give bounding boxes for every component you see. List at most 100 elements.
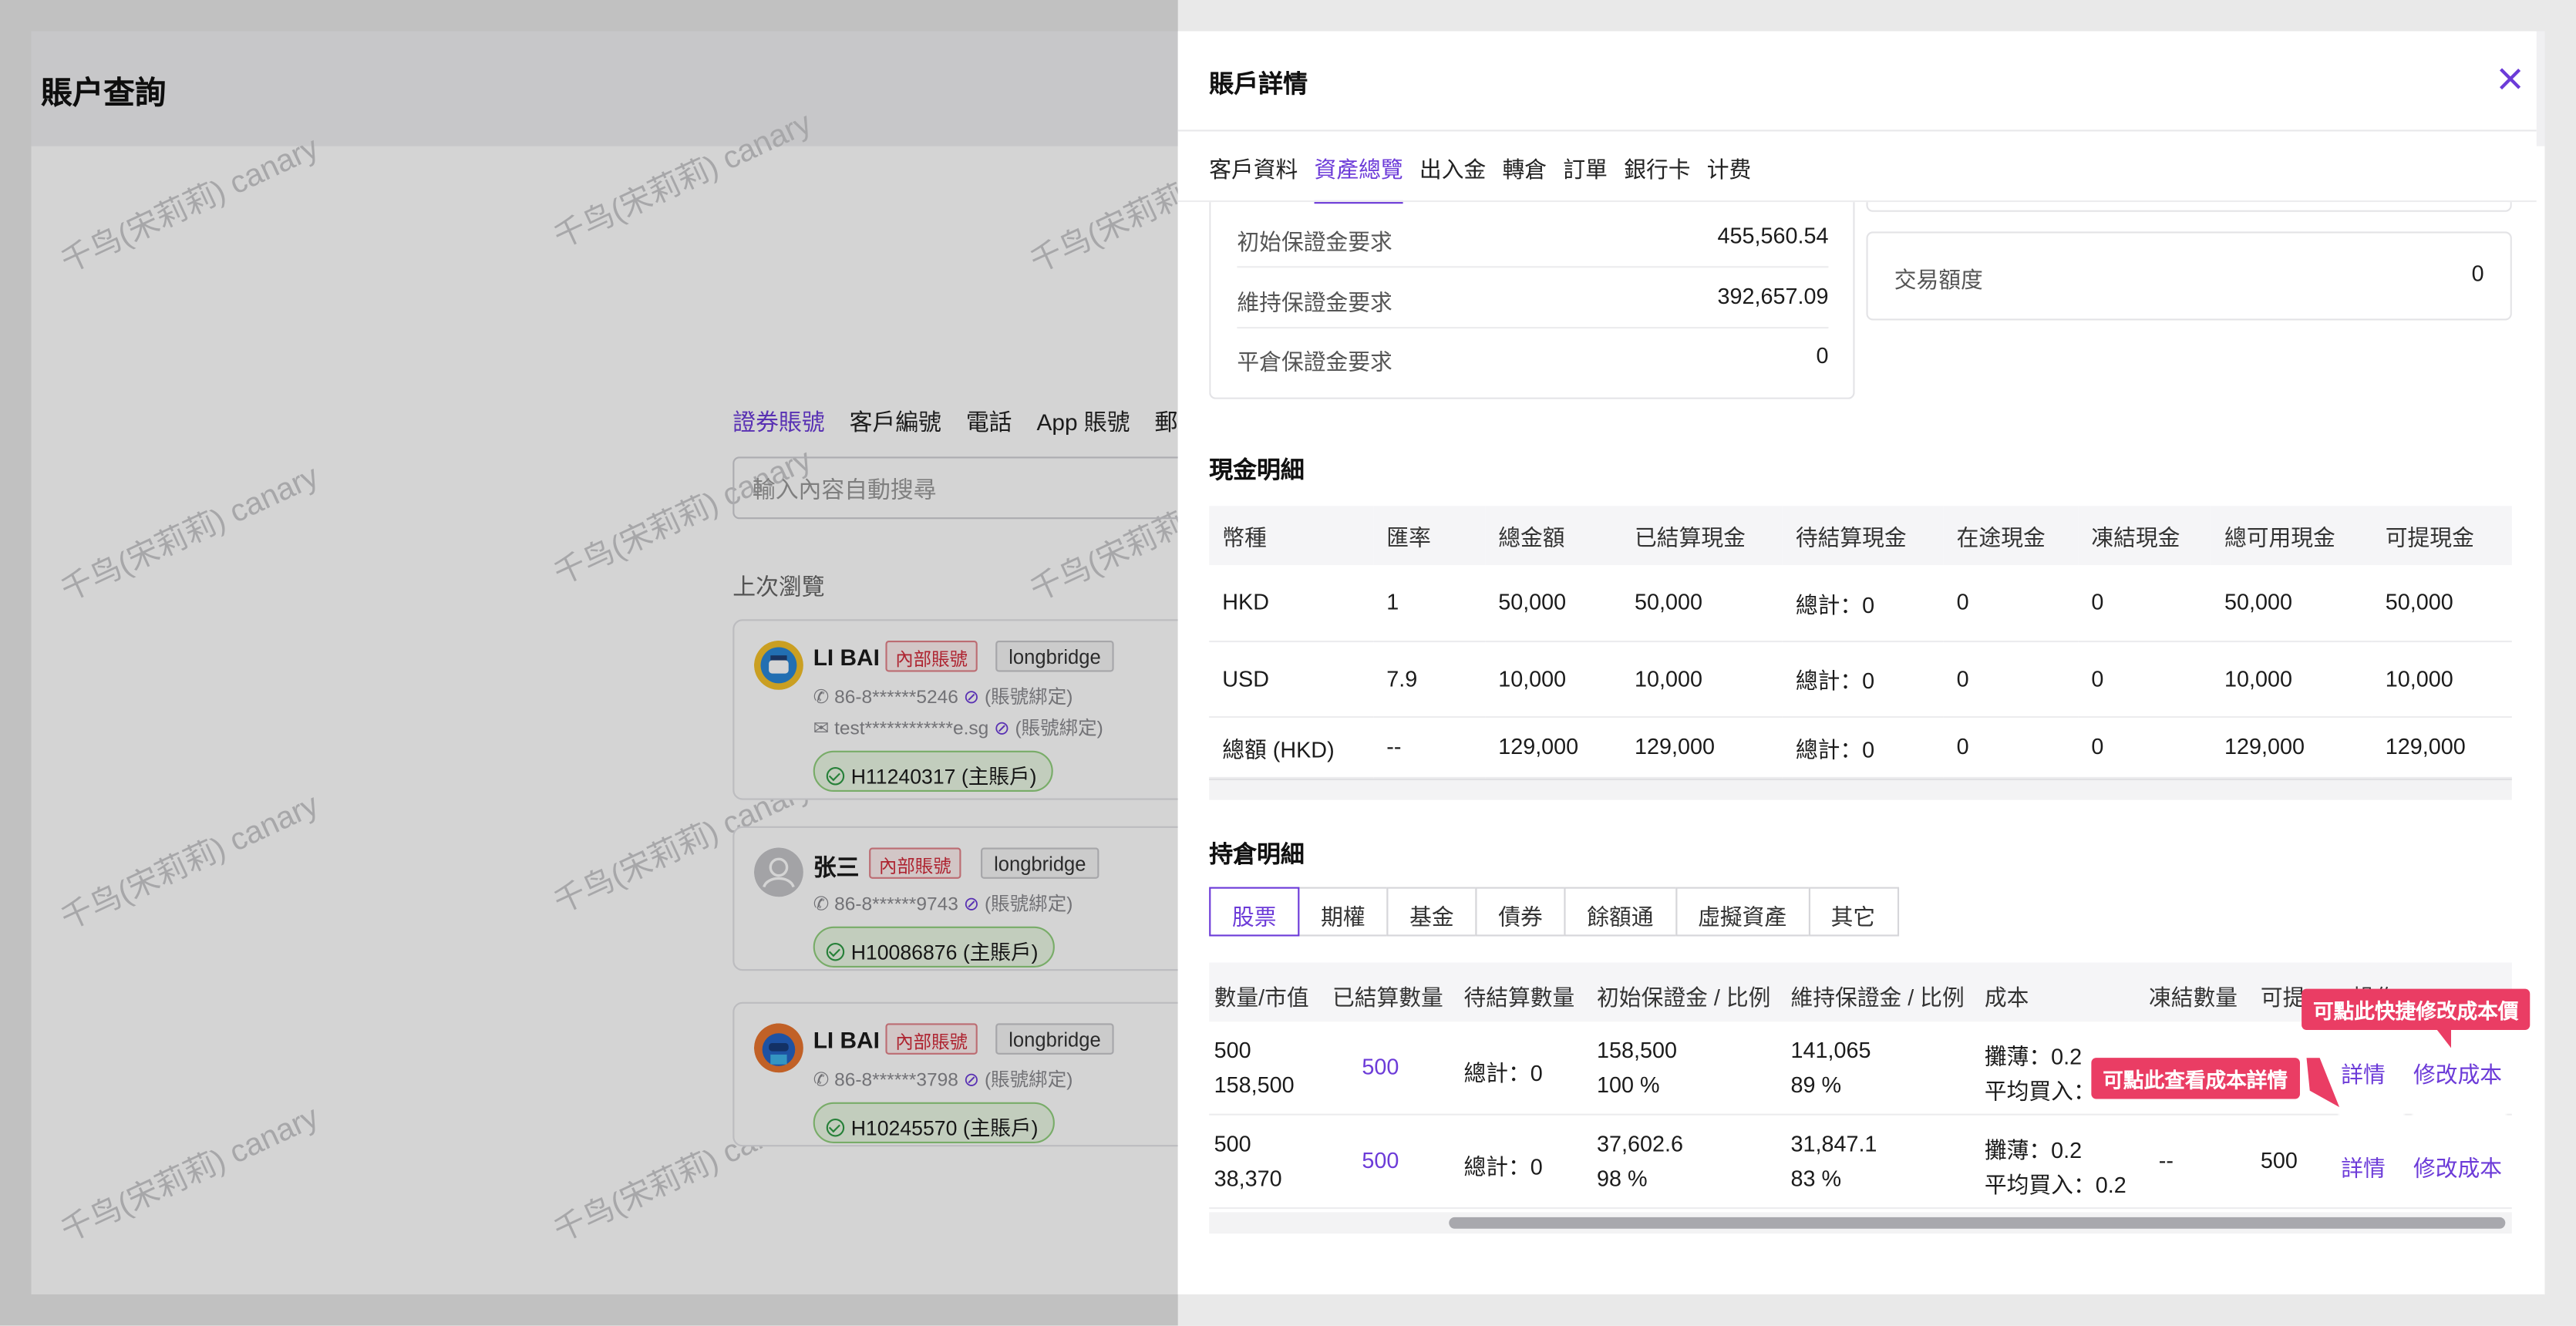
pending-quantity: 總計：0 xyxy=(1463,1061,1543,1086)
table-cell: 7.9 xyxy=(1373,640,1486,718)
tab-billing[interactable]: 计费 xyxy=(1707,151,1752,204)
column-header: 初始保證金 / 比例 xyxy=(1597,985,1771,1011)
margin-label: 初始保證金要求 xyxy=(1237,230,1392,255)
cost-average: 平均買入： xyxy=(1984,1079,2096,1104)
maintenance-margin-ratio: 83 % xyxy=(1790,1166,1842,1191)
margin-value: 455,560.54 xyxy=(1717,223,1829,248)
cost-average: 平均買入：0.2 xyxy=(1984,1173,2126,1198)
cash-table: 幣種 匯率 總金額 已結算現金 待結算現金 在途現金 凍結現金 總可用現金 可提… xyxy=(1209,506,2512,778)
edit-cost-link[interactable]: 修改成本 xyxy=(2413,1149,2502,1183)
table-cell: 50,000 xyxy=(2211,564,2372,642)
maintenance-margin: 31,847.1 xyxy=(1790,1132,1877,1157)
column-header: 待結算現金 xyxy=(1782,506,1944,565)
table-cell: 總計：0 xyxy=(1782,640,1944,718)
trade-limit-box: 交易額度 0 xyxy=(1866,231,2512,321)
table-cell: 50,000 xyxy=(2372,564,2512,642)
table-cell: 10,000 xyxy=(2372,640,2512,718)
table-cell: USD xyxy=(1209,640,1374,718)
table-cell: 129,000 xyxy=(1621,715,1783,778)
tab-bank-cards[interactable]: 銀行卡 xyxy=(1624,151,1690,204)
tab-options[interactable]: 期權 xyxy=(1298,887,1389,937)
column-header: 凍結數量 xyxy=(2148,985,2238,1011)
margin-value: 0 xyxy=(1816,343,1829,369)
table-cell: 1 xyxy=(1373,564,1486,642)
table-cell: 0 xyxy=(1943,715,2079,778)
edit-cost-link[interactable]: 修改成本 xyxy=(2413,1056,2502,1089)
divider xyxy=(1177,130,2537,132)
modal-overlay[interactable] xyxy=(0,0,1178,1326)
tab-funds[interactable]: 基金 xyxy=(1386,887,1477,937)
view-detail-callout: 可點此查看成本詳情 xyxy=(2091,1058,2299,1099)
table-header-row: 幣種 匯率 總金額 已結算現金 待結算現金 在途現金 凍結現金 總可用現金 可提… xyxy=(1209,506,2512,565)
initial-margin: 158,500 xyxy=(1597,1038,1678,1063)
tab-deposit-withdraw[interactable]: 出入金 xyxy=(1419,151,1486,204)
column-header: 維持保證金 / 比例 xyxy=(1790,985,1965,1011)
column-header: 可提 xyxy=(2260,985,2305,1011)
tab-others[interactable]: 其它 xyxy=(1807,887,1899,937)
table-cell: 129,000 xyxy=(1485,715,1622,778)
maintenance-margin: 141,065 xyxy=(1790,1038,1871,1063)
table-cell: 50,000 xyxy=(1621,564,1783,642)
drawer-title: 賬戶詳情 xyxy=(1209,70,1308,99)
column-header: 已結算現金 xyxy=(1621,506,1783,565)
quantity: 500 xyxy=(1214,1038,1251,1063)
scrollbar-thumb[interactable] xyxy=(1449,1217,2506,1229)
column-header: 在途現金 xyxy=(1943,506,2079,565)
tab-transfer[interactable]: 轉倉 xyxy=(1503,151,1547,204)
table-cell: 0 xyxy=(1943,564,2079,642)
market-value: 158,500 xyxy=(1214,1072,1295,1098)
margin-label: 維持保證金要求 xyxy=(1237,291,1392,316)
tab-stocks[interactable]: 股票 xyxy=(1209,887,1300,937)
cost-detail-link[interactable]: 詳情 xyxy=(2341,1149,2386,1183)
frozen-quantity: -- xyxy=(2158,1148,2174,1173)
initial-margin-ratio: 100 % xyxy=(1597,1072,1660,1098)
cost-detail-link[interactable]: 詳情 xyxy=(2341,1056,2386,1089)
table-cell: HKD xyxy=(1209,564,1374,642)
close-icon[interactable] xyxy=(2499,67,2522,90)
detail-highlight: 詳情 詳情 xyxy=(2339,1033,2404,1195)
column-header: 數量/市值 xyxy=(1214,985,1309,1011)
horizontal-scrollbar[interactable] xyxy=(1209,1212,2512,1234)
edit-cost-highlight: 修改成本 修改成本 xyxy=(2413,1048,2506,1183)
table-cell: 10,000 xyxy=(2211,640,2372,718)
holdings-section-title: 持倉明細 xyxy=(1209,843,1305,870)
tab-virtual-assets[interactable]: 虛擬資產 xyxy=(1675,887,1810,937)
cost-diluted: 攤薄：0.2 xyxy=(1984,1045,2083,1070)
screen: 賬户查詢 千鸟(宋莉莉) canary 千鸟(宋莉莉) canary 千鸟(宋莉… xyxy=(0,0,2576,1326)
tab-bonds[interactable]: 債券 xyxy=(1475,887,1566,937)
margin-value: 392,657.09 xyxy=(1717,284,1829,309)
table-cell: 總額 (HKD) xyxy=(1209,715,1374,778)
holdings-type-tabs: 股票 期權 基金 債券 餘額通 虛擬資產 其它 xyxy=(1209,887,1899,937)
withdrawable-quantity: 500 xyxy=(2260,1148,2298,1173)
summary-box-edge xyxy=(1866,202,2512,212)
column-header: 待結算數量 xyxy=(1463,985,1575,1011)
cost-diluted: 攤薄：0.2 xyxy=(1984,1138,2083,1163)
tab-balance-fund[interactable]: 餘額通 xyxy=(1564,887,1677,937)
margin-row: 平倉保證金要求 0 xyxy=(1237,328,1828,388)
trade-limit-value: 0 xyxy=(2471,261,2484,286)
table-row: 500 38,370 500 總計：0 37,602.6 98 % 31,847… xyxy=(1209,1116,2512,1210)
column-header: 總金額 xyxy=(1485,506,1622,565)
drawer-tabs: 客戶資料 資產總覽 出入金 轉倉 訂單 銀行卡 计费 xyxy=(1209,151,1751,204)
tab-asset-overview[interactable]: 資產總覽 xyxy=(1314,151,1403,204)
tab-customer-info[interactable]: 客戶資料 xyxy=(1209,151,1298,204)
table-cell: -- xyxy=(1373,715,1486,778)
trade-limit-label: 交易額度 xyxy=(1894,268,1983,293)
edit-cost-callout: 可點此快捷修改成本價 xyxy=(2302,988,2531,1030)
table-cell: 129,000 xyxy=(2372,715,2512,778)
frozen-cash-link[interactable]: 0 xyxy=(2078,564,2211,642)
column-header: 可提現金 xyxy=(2372,506,2512,565)
tab-orders[interactable]: 訂單 xyxy=(1563,151,1608,204)
column-header: 幣種 xyxy=(1209,506,1374,565)
settled-quantity-link[interactable]: 500 xyxy=(1362,1055,1399,1079)
settled-quantity-link[interactable]: 500 xyxy=(1362,1148,1399,1173)
callout-pointer xyxy=(2306,1058,2340,1108)
maintenance-margin-ratio: 89 % xyxy=(1790,1072,1842,1098)
margin-row: 維持保證金要求 392,657.09 xyxy=(1237,269,1829,329)
margin-summary: 初始保證金要求 455,560.54 維持保證金要求 392,657.09 平倉… xyxy=(1209,202,1855,399)
frozen-cash-link[interactable]: 0 xyxy=(2078,640,2211,718)
margin-row: 初始保證金要求 455,560.54 xyxy=(1237,209,1829,268)
horizontal-scrollbar[interactable] xyxy=(1209,778,2512,800)
table-cell: 50,000 xyxy=(1485,564,1622,642)
column-header: 成本 xyxy=(1984,985,2029,1011)
